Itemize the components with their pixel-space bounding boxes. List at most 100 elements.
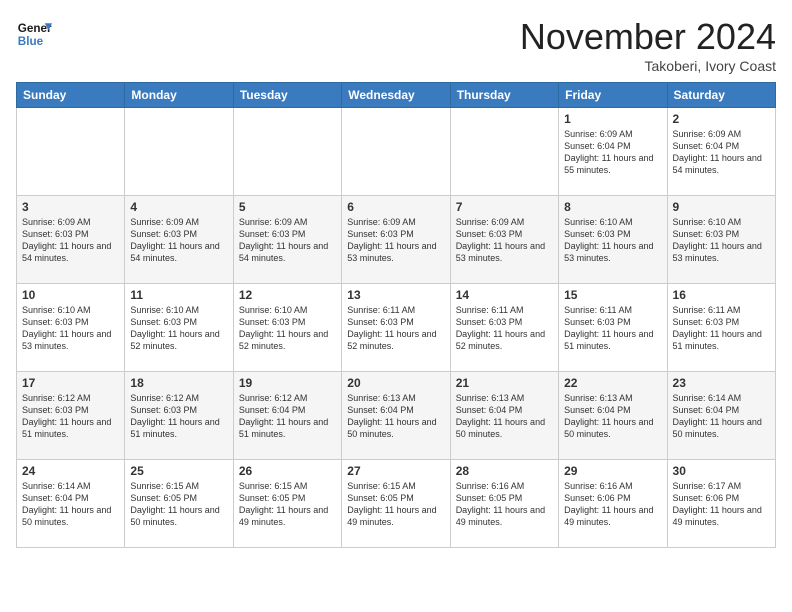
day-info: Sunrise: 6:10 AM Sunset: 6:03 PM Dayligh… (130, 305, 219, 351)
day-info: Sunrise: 6:09 AM Sunset: 6:04 PM Dayligh… (673, 129, 762, 175)
day-header-saturday: Saturday (667, 83, 775, 108)
day-info: Sunrise: 6:09 AM Sunset: 6:03 PM Dayligh… (130, 217, 219, 263)
day-info: Sunrise: 6:12 AM Sunset: 6:03 PM Dayligh… (22, 393, 111, 439)
day-cell: 22Sunrise: 6:13 AM Sunset: 6:04 PM Dayli… (559, 372, 667, 460)
day-number: 25 (130, 464, 227, 478)
day-number: 19 (239, 376, 336, 390)
day-number: 12 (239, 288, 336, 302)
day-number: 11 (130, 288, 227, 302)
day-number: 30 (673, 464, 770, 478)
day-number: 1 (564, 112, 661, 126)
week-row-1: 1 Sunrise: 6:09 AM Sunset: 6:04 PM Daylig… (17, 108, 776, 196)
day-number: 4 (130, 200, 227, 214)
day-number: 9 (673, 200, 770, 214)
week-row-2: 3 Sunrise: 6:09 AM Sunset: 6:03 PM Daylig… (17, 196, 776, 284)
day-cell: 21Sunrise: 6:13 AM Sunset: 6:04 PM Dayli… (450, 372, 558, 460)
day-cell: 30 Sunrise: 6:17 AM Sunset: 6:06 PM Dayli… (667, 460, 775, 548)
day-info: Sunrise: 6:13 AM Sunset: 6:04 PM Dayligh… (564, 393, 653, 439)
day-cell: 29Sunrise: 6:16 AM Sunset: 6:06 PM Dayli… (559, 460, 667, 548)
day-cell: 14 Sunrise: 6:11 AM Sunset: 6:03 PM Dayli… (450, 284, 558, 372)
title-section: November 2024 Takoberi, Ivory Coast (520, 16, 776, 74)
day-number: 3 (22, 200, 119, 214)
week-row-3: 10Sunrise: 6:10 AM Sunset: 6:03 PM Dayli… (17, 284, 776, 372)
day-cell: 20Sunrise: 6:13 AM Sunset: 6:04 PM Dayli… (342, 372, 450, 460)
day-info: Sunrise: 6:09 AM Sunset: 6:03 PM Dayligh… (456, 217, 545, 263)
day-number: 13 (347, 288, 444, 302)
day-header-wednesday: Wednesday (342, 83, 450, 108)
day-cell: 16 Sunrise: 6:11 AM Sunset: 6:03 PM Dayli… (667, 284, 775, 372)
day-cell: 12 Sunrise: 6:10 AM Sunset: 6:03 PM Dayli… (233, 284, 341, 372)
day-number: 15 (564, 288, 661, 302)
day-cell (450, 108, 558, 196)
day-number: 17 (22, 376, 119, 390)
day-info: Sunrise: 6:09 AM Sunset: 6:03 PM Dayligh… (22, 217, 111, 263)
day-cell (342, 108, 450, 196)
day-cell: 24Sunrise: 6:14 AM Sunset: 6:04 PM Dayli… (17, 460, 125, 548)
day-info: Sunrise: 6:10 AM Sunset: 6:03 PM Dayligh… (22, 305, 111, 351)
day-number: 18 (130, 376, 227, 390)
day-cell: 17 Sunrise: 6:12 AM Sunset: 6:03 PM Dayli… (17, 372, 125, 460)
days-header-row: SundayMondayTuesdayWednesdayThursdayFrid… (17, 83, 776, 108)
week-row-4: 17 Sunrise: 6:12 AM Sunset: 6:03 PM Dayli… (17, 372, 776, 460)
day-number: 28 (456, 464, 553, 478)
day-header-sunday: Sunday (17, 83, 125, 108)
day-info: Sunrise: 6:09 AM Sunset: 6:04 PM Dayligh… (564, 129, 653, 175)
day-cell (17, 108, 125, 196)
day-info: Sunrise: 6:15 AM Sunset: 6:05 PM Dayligh… (239, 481, 328, 527)
day-info: Sunrise: 6:09 AM Sunset: 6:03 PM Dayligh… (347, 217, 436, 263)
day-info: Sunrise: 6:09 AM Sunset: 6:03 PM Dayligh… (239, 217, 328, 263)
day-number: 14 (456, 288, 553, 302)
svg-text:Blue: Blue (18, 35, 44, 48)
day-info: Sunrise: 6:10 AM Sunset: 6:03 PM Dayligh… (564, 217, 653, 263)
day-cell: 3 Sunrise: 6:09 AM Sunset: 6:03 PM Daylig… (17, 196, 125, 284)
day-header-friday: Friday (559, 83, 667, 108)
day-cell: 11 Sunrise: 6:10 AM Sunset: 6:03 PM Dayli… (125, 284, 233, 372)
day-cell: 26Sunrise: 6:15 AM Sunset: 6:05 PM Dayli… (233, 460, 341, 548)
day-header-tuesday: Tuesday (233, 83, 341, 108)
day-info: Sunrise: 6:11 AM Sunset: 6:03 PM Dayligh… (456, 305, 545, 351)
day-header-thursday: Thursday (450, 83, 558, 108)
day-cell: 19 Sunrise: 6:12 AM Sunset: 6:04 PM Dayli… (233, 372, 341, 460)
day-info: Sunrise: 6:11 AM Sunset: 6:03 PM Dayligh… (564, 305, 653, 351)
day-cell: 27Sunrise: 6:15 AM Sunset: 6:05 PM Dayli… (342, 460, 450, 548)
day-info: Sunrise: 6:17 AM Sunset: 6:06 PM Dayligh… (673, 481, 762, 527)
logo: General Blue (16, 16, 52, 52)
day-cell: 15 Sunrise: 6:11 AM Sunset: 6:03 PM Dayli… (559, 284, 667, 372)
day-info: Sunrise: 6:11 AM Sunset: 6:03 PM Dayligh… (347, 305, 436, 351)
day-number: 23 (673, 376, 770, 390)
day-cell: 25 Sunrise: 6:15 AM Sunset: 6:05 PM Dayli… (125, 460, 233, 548)
day-number: 8 (564, 200, 661, 214)
day-cell: 1 Sunrise: 6:09 AM Sunset: 6:04 PM Daylig… (559, 108, 667, 196)
calendar: SundayMondayTuesdayWednesdayThursdayFrid… (16, 82, 776, 548)
day-cell: 8 Sunrise: 6:10 AM Sunset: 6:03 PM Daylig… (559, 196, 667, 284)
day-number: 29 (564, 464, 661, 478)
page-header: General Blue November 2024 Takoberi, Ivo… (16, 16, 776, 74)
day-info: Sunrise: 6:16 AM Sunset: 6:05 PM Dayligh… (456, 481, 545, 527)
day-info: Sunrise: 6:15 AM Sunset: 6:05 PM Dayligh… (130, 481, 219, 527)
day-cell: 2 Sunrise: 6:09 AM Sunset: 6:04 PM Daylig… (667, 108, 775, 196)
day-info: Sunrise: 6:10 AM Sunset: 6:03 PM Dayligh… (239, 305, 328, 351)
day-info: Sunrise: 6:11 AM Sunset: 6:03 PM Dayligh… (673, 305, 762, 351)
location: Takoberi, Ivory Coast (520, 58, 776, 74)
day-info: Sunrise: 6:12 AM Sunset: 6:04 PM Dayligh… (239, 393, 328, 439)
day-number: 2 (673, 112, 770, 126)
day-header-monday: Monday (125, 83, 233, 108)
day-info: Sunrise: 6:13 AM Sunset: 6:04 PM Dayligh… (347, 393, 436, 439)
day-cell: 28 Sunrise: 6:16 AM Sunset: 6:05 PM Dayli… (450, 460, 558, 548)
day-cell (233, 108, 341, 196)
day-cell: 5Sunrise: 6:09 AM Sunset: 6:03 PM Daylig… (233, 196, 341, 284)
day-cell (125, 108, 233, 196)
month-title: November 2024 (520, 16, 776, 58)
day-cell: 9Sunrise: 6:10 AM Sunset: 6:03 PM Daylig… (667, 196, 775, 284)
day-info: Sunrise: 6:14 AM Sunset: 6:04 PM Dayligh… (673, 393, 762, 439)
day-cell: 18 Sunrise: 6:12 AM Sunset: 6:03 PM Dayli… (125, 372, 233, 460)
day-cell: 7Sunrise: 6:09 AM Sunset: 6:03 PM Daylig… (450, 196, 558, 284)
week-row-5: 24Sunrise: 6:14 AM Sunset: 6:04 PM Dayli… (17, 460, 776, 548)
day-cell: 4 Sunrise: 6:09 AM Sunset: 6:03 PM Daylig… (125, 196, 233, 284)
day-info: Sunrise: 6:12 AM Sunset: 6:03 PM Dayligh… (130, 393, 219, 439)
day-number: 16 (673, 288, 770, 302)
day-info: Sunrise: 6:14 AM Sunset: 6:04 PM Dayligh… (22, 481, 111, 527)
day-cell: 10Sunrise: 6:10 AM Sunset: 6:03 PM Dayli… (17, 284, 125, 372)
day-info: Sunrise: 6:13 AM Sunset: 6:04 PM Dayligh… (456, 393, 545, 439)
day-info: Sunrise: 6:15 AM Sunset: 6:05 PM Dayligh… (347, 481, 436, 527)
